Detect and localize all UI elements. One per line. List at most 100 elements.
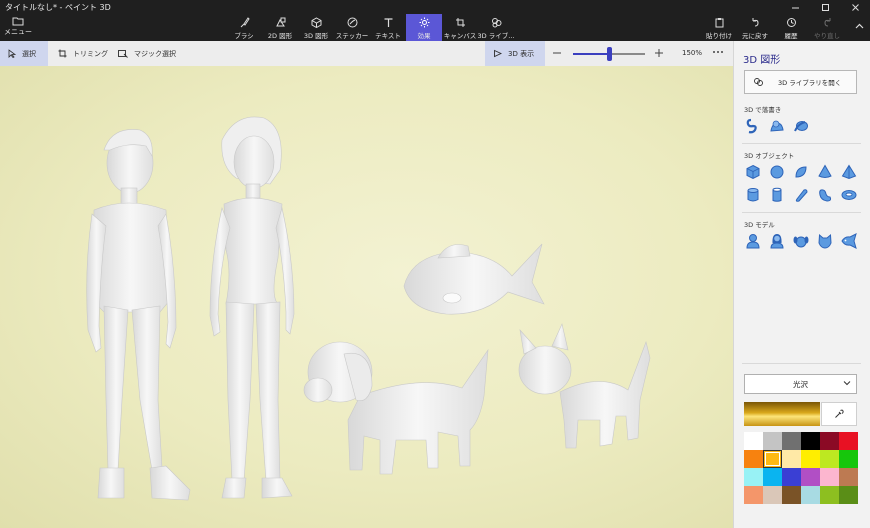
canvas-scene (86, 116, 651, 501)
color-swatch[interactable] (744, 432, 763, 450)
color-swatch[interactable] (763, 486, 782, 504)
color-swatch[interactable] (820, 468, 839, 486)
color-swatch[interactable] (763, 468, 782, 486)
view-3d-button[interactable]: 3D 表示 (485, 41, 545, 66)
paste-button[interactable]: 貼り付け (701, 14, 737, 41)
color-swatch[interactable] (801, 450, 820, 468)
view-3d-label: 3D 表示 (508, 49, 535, 58)
tube-doodle-button[interactable] (792, 117, 809, 134)
cylinder-button[interactable] (744, 186, 761, 203)
sphere-button[interactable] (768, 163, 785, 180)
tab-label: テキスト (375, 32, 401, 40)
color-swatch[interactable] (839, 450, 858, 468)
tab-3d-shapes[interactable]: 3D 図形 (298, 14, 334, 41)
doodle-tools (744, 117, 809, 134)
paste-label: 貼り付け (706, 32, 732, 40)
color-swatch[interactable] (782, 432, 801, 450)
cat-model-icon (817, 233, 832, 249)
fish-model[interactable] (403, 243, 545, 315)
color-palette (744, 432, 858, 504)
dog-model-button[interactable] (792, 232, 809, 249)
tab-brushes[interactable]: ブラシ (226, 14, 262, 41)
color-swatch[interactable] (782, 450, 801, 468)
select-button[interactable]: 選択 (0, 41, 48, 66)
tab-text[interactable]: テキスト (370, 14, 406, 41)
menu-button[interactable]: メニュー (3, 16, 33, 40)
close-button[interactable] (840, 0, 870, 14)
color-swatch[interactable] (839, 486, 858, 504)
dog-model[interactable] (303, 341, 489, 475)
magic-select-button[interactable]: マジック選択 (110, 41, 184, 66)
undo-button[interactable]: 元に戻す (737, 14, 773, 41)
pyramid-button[interactable] (840, 163, 857, 180)
fish-model-button[interactable] (840, 232, 857, 249)
eyedropper-icon (835, 409, 844, 418)
color-swatch[interactable] (839, 432, 858, 450)
magic-select-label: マジック選択 (134, 49, 176, 58)
open-3d-library-button[interactable]: 3D ライブラリを開く (744, 70, 857, 94)
donut-button[interactable] (840, 186, 857, 203)
more-options-button[interactable] (711, 45, 725, 61)
minimize-button[interactable] (780, 0, 810, 14)
eyedropper-button[interactable] (821, 402, 857, 426)
zoom-out-button[interactable] (552, 48, 562, 60)
woman-model[interactable] (209, 116, 295, 499)
zoom-slider[interactable] (573, 47, 645, 61)
soft-doodle-icon (769, 120, 784, 132)
collapse-ribbon-button[interactable] (855, 22, 864, 31)
hemisphere-button[interactable] (792, 163, 809, 180)
3d-shapes-panel: 3D 図形 3D ライブラリを開く 3D で落書き 3D オブジェクト 3D モ… (733, 41, 870, 528)
capsule-button[interactable] (792, 186, 809, 203)
color-swatch[interactable] (744, 468, 763, 486)
woman-model-button[interactable] (768, 232, 785, 249)
color-swatch[interactable] (820, 432, 839, 450)
material-dropdown[interactable]: 光沢 (744, 374, 857, 394)
redo-icon (823, 18, 830, 27)
tab-label: ブラシ (234, 32, 254, 40)
color-swatch[interactable] (801, 468, 820, 486)
cat-model-button[interactable] (816, 232, 833, 249)
man-model[interactable] (86, 129, 191, 501)
tube-icon (772, 187, 781, 202)
color-swatch[interactable] (763, 432, 782, 450)
tube-button[interactable] (768, 186, 785, 203)
crop-button[interactable]: トリミング (50, 41, 116, 66)
color-swatch[interactable] (763, 450, 782, 468)
color-swatch[interactable] (820, 450, 839, 468)
maximize-icon (821, 3, 829, 11)
plus-icon (655, 49, 663, 57)
tab-2d-shapes[interactable]: 2D 図形 (262, 14, 298, 41)
color-swatch[interactable] (801, 486, 820, 504)
color-swatch[interactable] (820, 486, 839, 504)
zoom-slider-thumb[interactable] (606, 47, 612, 61)
man-model-button[interactable] (744, 232, 761, 249)
color-swatch[interactable] (839, 468, 858, 486)
redo-button[interactable]: やり直し (809, 14, 845, 41)
color-swatch[interactable] (782, 486, 801, 504)
woman-model-icon (769, 233, 784, 248)
bean-button[interactable] (816, 186, 833, 203)
material-label: 光沢 (793, 379, 808, 389)
edit-tools: 貼り付け 元に戻す 履歴 やり直し (701, 14, 845, 41)
cube-button[interactable] (744, 163, 761, 180)
maximize-button[interactable] (810, 0, 840, 14)
zoom-slider-fill (573, 53, 609, 55)
color-swatch[interactable] (744, 450, 763, 468)
current-color-swatch[interactable] (744, 402, 820, 426)
color-swatch[interactable] (782, 468, 801, 486)
tab-stickers[interactable]: ステッカー (334, 14, 370, 41)
models-section-title: 3D モデル (744, 221, 775, 229)
cat-model[interactable] (518, 323, 651, 449)
history-button[interactable]: 履歴 (773, 14, 809, 41)
sharp-doodle-button[interactable] (744, 117, 761, 134)
object-tools-row-1 (744, 163, 857, 180)
canvas[interactable] (0, 66, 733, 528)
zoom-in-button[interactable] (654, 48, 664, 60)
soft-doodle-button[interactable] (768, 117, 785, 134)
tab-effects[interactable]: 効果 (406, 14, 442, 41)
tab-canvas[interactable]: キャンバス (442, 14, 478, 41)
tab-3d-library[interactable]: 3D ライブ... (478, 14, 514, 41)
cone-button[interactable] (816, 163, 833, 180)
color-swatch[interactable] (744, 486, 763, 504)
color-swatch[interactable] (801, 432, 820, 450)
